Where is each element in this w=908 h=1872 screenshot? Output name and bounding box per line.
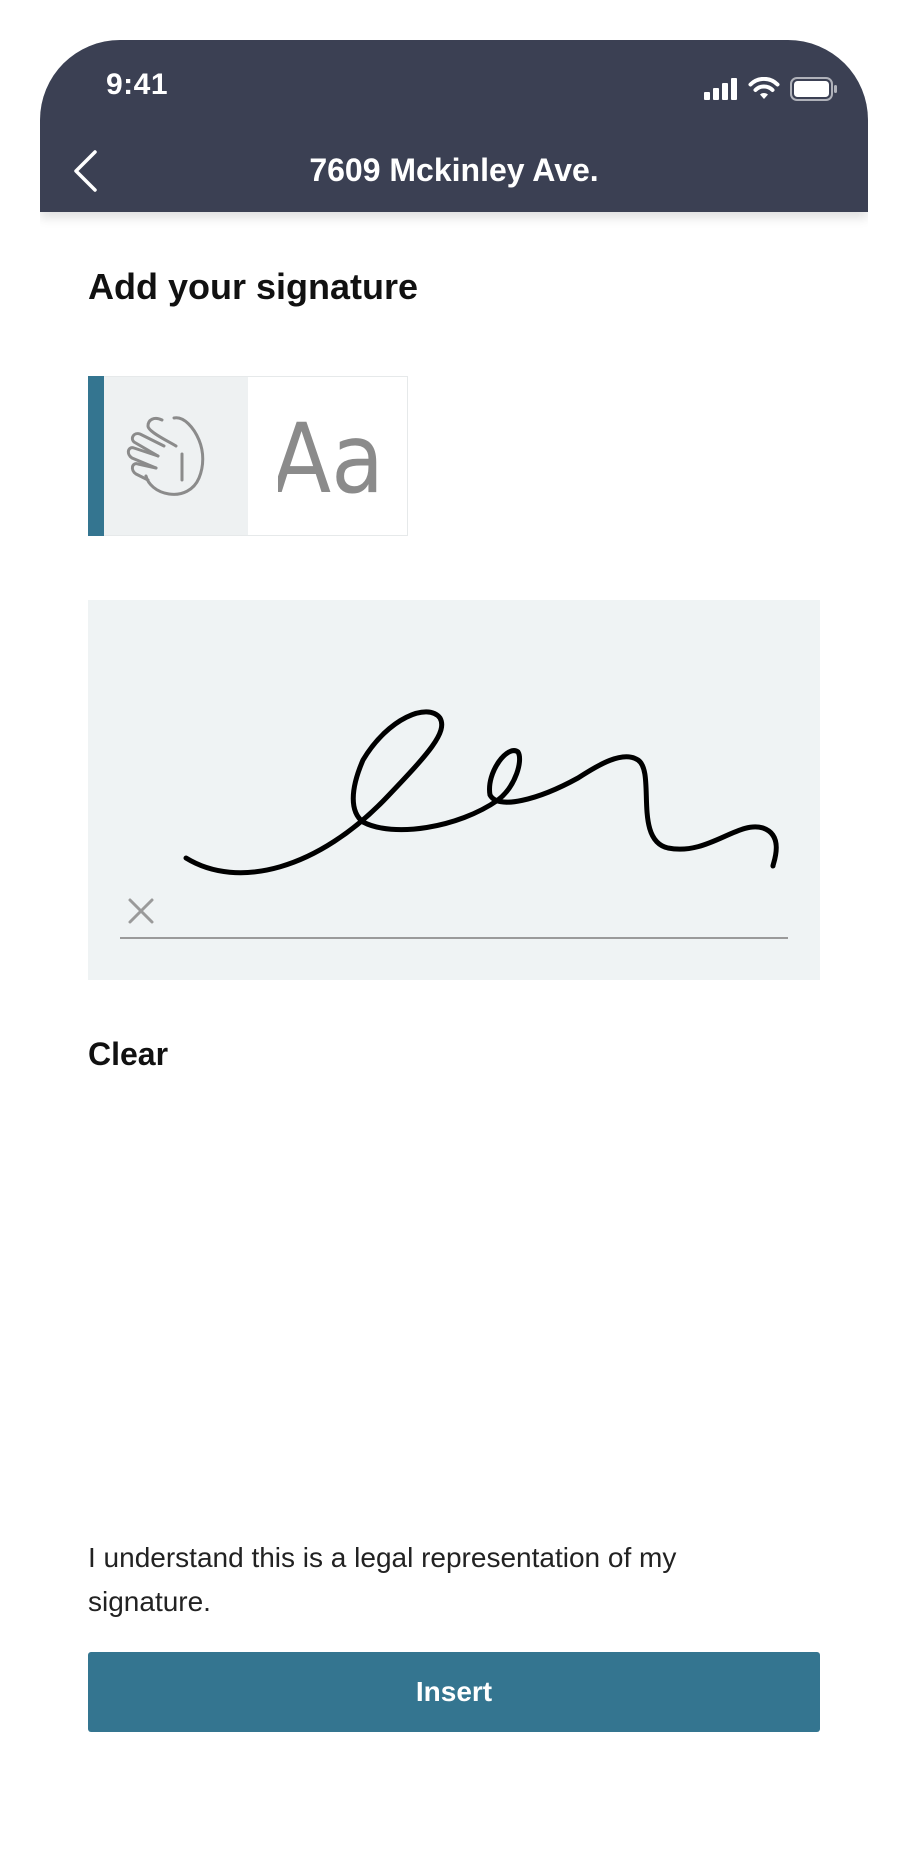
signature-heading: Add your signature (88, 266, 419, 307)
phone-frame: 9:41 7609 Mckinley Ave. Add your signatu… (40, 40, 868, 1872)
app-header: 9:41 7609 Mckinley Ave. (40, 40, 868, 212)
legal-disclaimer: I understand this is a legal representat… (88, 1542, 677, 1617)
tab-draw-signature[interactable] (88, 376, 248, 536)
signature-pad[interactable] (88, 600, 820, 980)
insert-button[interactable]: Insert (88, 1652, 820, 1732)
battery-icon (790, 77, 837, 101)
clear-button[interactable]: Clear (88, 1036, 168, 1073)
close-icon (128, 898, 154, 924)
wifi-icon (748, 77, 780, 99)
signature-baseline (120, 937, 788, 939)
cellular-signal-icon (704, 78, 737, 100)
typography-icon: Aa (278, 408, 378, 504)
signature-mode-tabs: Aa (88, 376, 408, 536)
type-mode-label: Aa (278, 408, 378, 504)
status-time: 9:41 (106, 68, 169, 101)
status-icons (704, 76, 838, 102)
hand-pointer-icon (126, 416, 204, 496)
tab-type-signature[interactable]: Aa (248, 377, 407, 535)
page-title: 7609 Mckinley Ave. (309, 152, 599, 188)
signature-stroke (183, 709, 779, 876)
